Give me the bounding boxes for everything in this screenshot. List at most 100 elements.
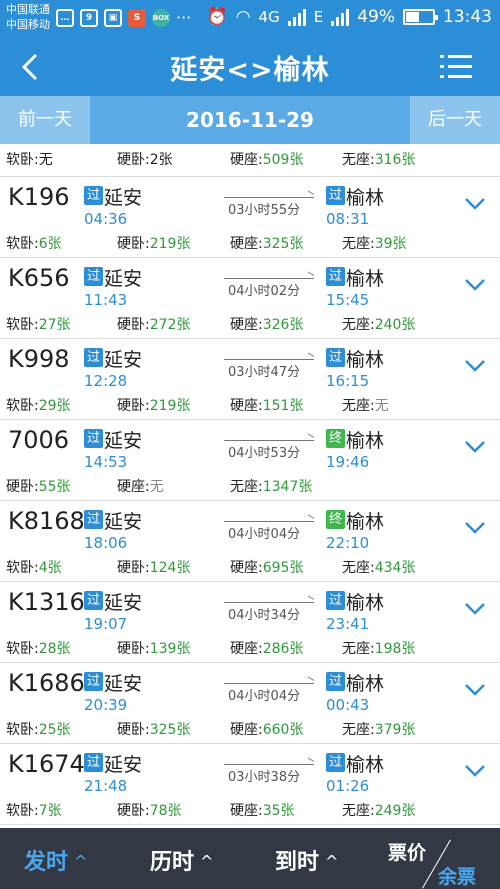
sort-arrive-button[interactable]: 到时 ^ [275,844,338,876]
carrier-1: 中国联通 [6,3,50,16]
seat-hard-sleeper: 硬卧:124张 [117,560,191,576]
depart-station: 延安 [104,511,143,533]
seat-hard-seat: 硬座:无 [117,479,164,495]
game-icon: BOX [152,8,170,27]
train-number: K8168 [8,507,85,535]
depart-badge: 过 [84,510,103,529]
signal-icon-2 [331,8,350,26]
depart-station: 延安 [104,430,143,452]
arrive-time: 15:45 [326,291,370,309]
sort-depart-button[interactable]: 发时 ^ [24,844,87,876]
seat-no-seat: 无座:434张 [342,560,416,576]
arrow-right-icon [224,197,314,198]
toggle-remaining-button[interactable]: 余票 [438,862,476,889]
train-row[interactable]: K196 过延安 04:36 03小时55分过榆林 08:31 软卧:6张 硬卧:219张硬… [0,177,500,258]
chevron-down-icon[interactable] [464,521,486,535]
train-row-partial[interactable]: 软卧:无 硬卧:2张 硬座:509张 无座:316张 [0,144,500,177]
seat-hard-seat: 硬座:151张 [230,398,304,414]
seat-hard-sleeper: 硬卧:139张 [117,641,191,657]
train-number: K998 [8,345,70,373]
date-label[interactable]: 2016-11-29 [90,96,410,144]
depart-station: 延安 [104,754,143,776]
train-row[interactable]: K998 过延安 12:28 03小时47分过榆林 16:15 软卧:29张 硬卧:219张… [0,339,500,420]
prev-day-button[interactable]: 前一天 [0,96,90,144]
arrive-station: 榆林 [346,673,385,695]
arrow-right-icon [224,521,314,522]
depart-time: 04:36 [84,210,128,228]
depart-badge: 过 [84,591,103,610]
train-row[interactable]: K656 过延安 11:43 04小时02分过榆林 15:45 软卧:27张 硬卧:272张… [0,258,500,339]
seat-hard-seat: 硬座:286张 [230,641,304,657]
depart-station: 延安 [104,592,143,614]
chevron-down-icon[interactable] [464,602,486,616]
train-row[interactable]: K1316 过延安 19:07 04小时34分过榆林 23:41 软卧:28张 硬卧:139… [0,582,500,663]
chevron-down-icon[interactable] [464,278,486,292]
arrive-time: 23:41 [326,615,370,633]
arrive-time: 16:15 [326,372,370,390]
seat-hard-seat: 硬座:660张 [230,722,304,738]
clock: 13:43 [443,7,492,27]
train-number: 7006 [8,426,70,454]
signal-icon [287,8,306,26]
arrive-time: 00:43 [326,696,370,714]
seat-hard-sleeper: 硬卧:325张 [117,722,191,738]
arrive-badge: 过 [326,753,345,772]
chevron-down-icon[interactable] [464,197,486,211]
arrive-badge: 终 [326,429,345,448]
depart-time: 20:39 [84,696,128,714]
seat-hard-sleeper: 硬卧:272张 [117,317,191,333]
arrive-time: 01:26 [326,777,370,795]
arrive-badge: 过 [326,672,345,691]
depart-time: 18:06 [84,534,128,552]
seat-hard-sleeper: 硬卧:78张 [117,803,182,819]
sort-duration-button[interactable]: 历时 ^ [150,844,213,876]
depart-badge: 过 [84,672,103,691]
train-number: K1674 [8,750,85,778]
arrow-right-icon [224,359,314,360]
arrive-station: 榆林 [346,268,385,290]
calendar-icon: 9 [80,8,98,27]
menu-button[interactable] [440,55,472,79]
seat-no-seat: 无座:249张 [342,803,416,819]
arrow-right-icon [224,602,314,603]
seat-hard-seat: 硬座:35张 [230,803,295,819]
train-row[interactable]: K1686 过延安 20:39 04小时04分过榆林 00:43 软卧:25张 硬卧:325… [0,663,500,744]
arrive-station: 榆林 [346,349,385,371]
depart-time: 19:07 [84,615,128,633]
alarm-icon: ⏰ [206,7,228,27]
date-bar: 前一天 2016-11-29 后一天 [0,96,500,144]
arrive-badge: 终 [326,510,345,529]
toggle-price-button[interactable]: 票价 [388,838,426,865]
train-row[interactable]: 7006 过延安 14:53 04小时53分终榆林 19:46 硬卧:55张 硬座:无 无座:… [0,420,500,501]
depart-station: 延安 [104,187,143,209]
seat-no-seat: 无座:无 [342,398,389,414]
train-list[interactable]: 软卧:无 硬卧:2张 硬座:509张 无座:316张 K196 过延安 04:36 0… [0,144,500,828]
train-row[interactable]: K8168 过延安 18:06 04小时04分终榆林 22:10 软卧:4张 硬卧:124张… [0,501,500,582]
arrow-right-icon [224,278,314,279]
seat-hard-sleeper: 硬卧:219张 [117,236,191,252]
depart-badge: 过 [84,348,103,367]
arrive-badge: 过 [326,348,345,367]
chevron-down-icon[interactable] [464,764,486,778]
seat-soft-sleeper: 软卧:29张 [6,398,71,414]
wifi-icon: ◠ [235,7,251,27]
depart-time: 11:43 [84,291,128,309]
carrier-info: 中国联通 中国移动 [6,2,50,32]
depart-station: 延安 [104,349,143,371]
train-row[interactable]: K1674 过延安 21:48 03小时38分过榆林 01:26 软卧:7张 硬卧:78张硬… [0,744,500,825]
image-icon: ▣ [104,8,122,27]
seat-no-seat: 无座:379张 [342,722,416,738]
depart-station: 延安 [104,673,143,695]
sogou-icon: S [128,8,146,27]
seat-soft-sleeper: 软卧:无 [6,152,53,168]
chevron-down-icon[interactable] [464,440,486,454]
chevron-down-icon[interactable] [464,683,486,697]
caret-up-icon: ^ [200,852,214,871]
arrive-time: 19:46 [326,453,370,471]
arrive-station: 榆林 [346,754,385,776]
train-number: K196 [8,183,70,211]
next-day-button[interactable]: 后一天 [410,96,500,144]
chevron-down-icon[interactable] [464,359,486,373]
arrow-right-icon [224,683,314,684]
depart-time: 12:28 [84,372,128,390]
